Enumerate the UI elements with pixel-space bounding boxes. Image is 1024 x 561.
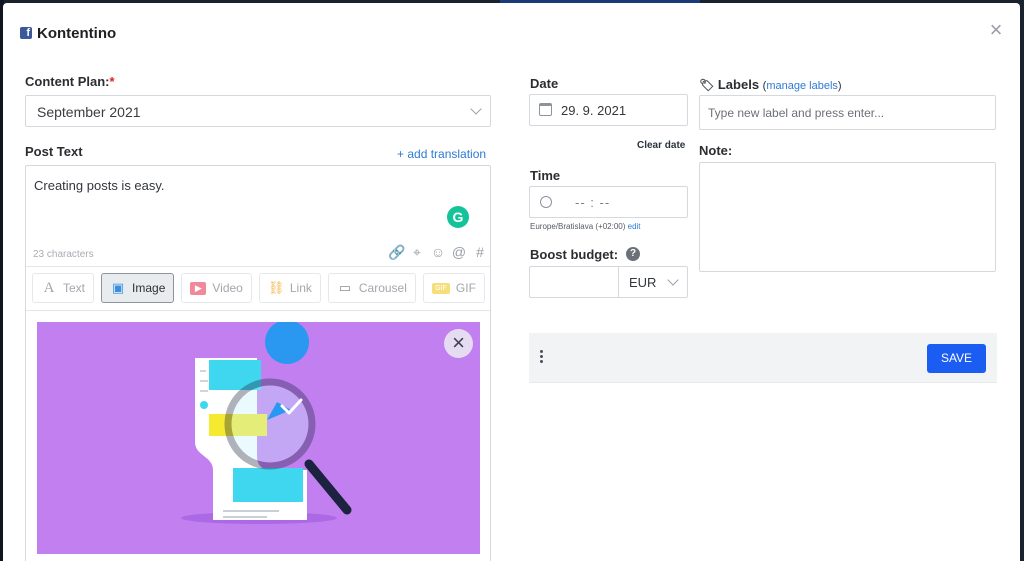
currency-value: EUR [629, 275, 657, 290]
help-icon[interactable]: ? [626, 247, 640, 261]
illustration [181, 322, 352, 524]
modal-title: Kontentino [37, 24, 117, 42]
tab-label: Link [289, 281, 312, 295]
tag-icon: 🏷 [699, 78, 715, 92]
tab-link[interactable]: ⛓ Link [258, 273, 321, 303]
image-preview: × [37, 322, 480, 554]
timezone-text: Europe/Bratislava (+02:00) [530, 222, 626, 231]
remove-image-button[interactable]: × [444, 329, 473, 358]
chevron-down-icon [470, 103, 482, 115]
content-plan-label-text: Content Plan: [25, 74, 110, 89]
chevron-down-icon [667, 274, 679, 286]
time-label: Time [530, 168, 561, 183]
timezone-edit-link[interactable]: edit [628, 222, 641, 231]
grammarly-icon[interactable]: G [447, 206, 469, 228]
paren-close: ) [837, 80, 842, 92]
labels-placeholder: Type new label and press enter... [708, 106, 885, 120]
time-value: -- : -- [575, 195, 611, 210]
image-icon: ▣ [111, 280, 125, 295]
content-plan-select[interactable]: September 2021 [25, 95, 491, 127]
modal-header: f Kontentino [20, 22, 116, 44]
hashtag-icon[interactable]: # [472, 244, 488, 260]
character-count: 23 characters [33, 249, 94, 260]
tab-carousel[interactable]: ▭ Carousel [327, 273, 416, 303]
time-field[interactable]: -- : -- [529, 186, 688, 218]
timezone-info: Europe/Bratislava (+02:00) edit [530, 222, 641, 231]
tab-video[interactable]: ▶ Video [181, 273, 252, 303]
gif-icon: GIF [431, 282, 450, 294]
date-label: Date [530, 76, 559, 91]
tab-image[interactable]: ▣ Image [101, 273, 175, 303]
action-bar: SAVE [529, 333, 997, 383]
tab-label: GIF [455, 281, 476, 295]
labels-label-text: Labels [717, 77, 760, 92]
more-options-icon[interactable] [540, 350, 544, 363]
video-icon: ▶ [190, 281, 207, 295]
boost-budget-label: Boost budget: [530, 247, 619, 262]
link-icon: ⛓ [267, 280, 285, 295]
add-translation-link[interactable]: + add translation [397, 147, 486, 161]
post-editor: Creating posts is easy. G 23 characters … [25, 165, 491, 561]
tab-label: Carousel [358, 281, 407, 295]
text-icon: A [43, 279, 55, 296]
clock-icon [540, 196, 552, 208]
divider [26, 266, 490, 267]
boost-budget-input[interactable] [529, 266, 619, 298]
link-icon[interactable]: 🔗 [388, 244, 405, 260]
tab-label: Image [132, 281, 166, 295]
tab-text[interactable]: A Text [32, 273, 95, 303]
save-button[interactable]: SAVE [927, 344, 986, 373]
tab-label: Text [63, 281, 86, 295]
post-text-input[interactable]: Creating posts is easy. [34, 178, 165, 193]
note-label: Note: [699, 143, 733, 158]
labels-input[interactable]: Type new label and press enter... [699, 95, 996, 130]
target-icon[interactable]: ⌖ [409, 244, 425, 260]
calendar-icon [539, 103, 552, 116]
post-editor-modal: f Kontentino × Content Plan:* September … [3, 3, 1020, 561]
manage-labels-link[interactable]: manage labels [766, 80, 838, 92]
date-value: 29. 9. 2021 [561, 103, 627, 118]
clear-date-link[interactable]: Clear date [637, 140, 685, 151]
carousel-icon: ▭ [338, 280, 352, 295]
post-text-label: Post Text [25, 144, 83, 159]
media-type-tabs: A Text ▣ Image ▶ Video ⛓ Link ▭ Carousel… [32, 273, 485, 303]
labels-label: 🏷 Labels (manage labels) [699, 77, 842, 92]
tab-gif[interactable]: GIF GIF [422, 273, 485, 303]
required-mark: * [109, 74, 115, 89]
facebook-icon: f [20, 27, 32, 39]
date-field[interactable]: 29. 9. 2021 [529, 94, 688, 126]
text-tools: 🔗 ⌖ ☺ @ # [388, 244, 488, 260]
note-textarea[interactable] [699, 162, 996, 272]
divider [26, 310, 490, 311]
content-plan-label: Content Plan:* [25, 74, 115, 89]
tab-label: Video [212, 281, 243, 295]
emoji-icon[interactable]: ☺ [430, 244, 446, 260]
content-plan-value: September 2021 [37, 104, 141, 120]
at-icon[interactable]: @ [451, 244, 467, 260]
close-icon[interactable]: × [986, 19, 1006, 41]
currency-select[interactable]: EUR [618, 266, 688, 298]
